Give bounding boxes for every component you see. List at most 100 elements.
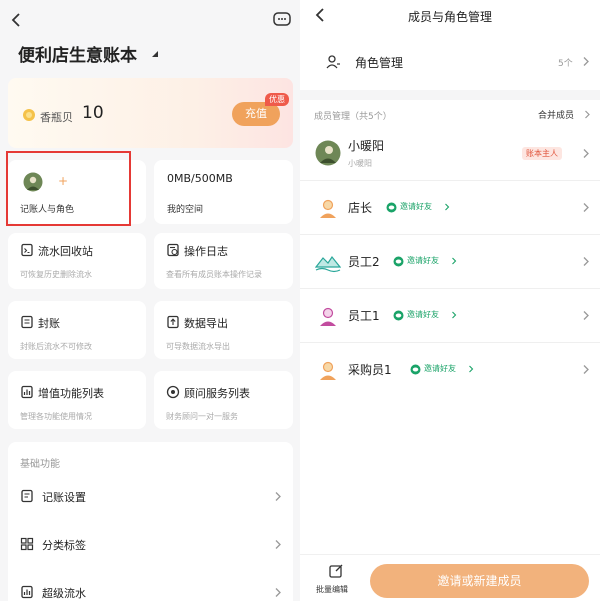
- chevron-right-icon: [275, 492, 281, 501]
- invite-label: 邀请好友: [407, 310, 439, 319]
- tile-title: 流水回收站: [38, 245, 93, 258]
- pearl-label: 香瓶贝: [40, 111, 73, 124]
- pearl-count: 10: [82, 103, 104, 123]
- close-books-icon: [21, 315, 33, 329]
- purchaser-avatar-icon: [320, 361, 336, 380]
- super-flow-icon: [21, 585, 33, 599]
- role-name: 采购员1: [348, 363, 392, 377]
- batch-edit-label: 批量编辑: [316, 585, 348, 594]
- merge-members-link[interactable]: 合并成员: [538, 108, 574, 121]
- recycle-bin-icon: [21, 243, 33, 257]
- staff2-avatar-icon: [315, 255, 341, 273]
- manager-avatar-icon: [320, 199, 336, 218]
- storage-label: 我的空间: [167, 205, 204, 215]
- tile-subtitle: 查看所有成员账本操作记录: [166, 270, 262, 279]
- discount-tag: 优惠: [265, 93, 289, 106]
- owner-avatar-icon: [315, 140, 341, 166]
- chevron-right-icon: [445, 203, 450, 211]
- row-divider: [300, 288, 600, 289]
- role-person-icon: [326, 55, 340, 69]
- basic-section-header: 基础功能: [20, 459, 60, 470]
- owner-badge: 账本主人: [522, 147, 562, 160]
- pearl-coin-icon: [23, 109, 35, 121]
- wechat-icon: [393, 310, 404, 321]
- bookkeeping-settings-icon: [21, 489, 33, 503]
- wechat-icon: [386, 202, 397, 213]
- row-divider: [300, 342, 600, 343]
- staff1-avatar-icon: [320, 307, 336, 326]
- list-item-label: 超级流水: [42, 587, 86, 600]
- operation-log-icon: [167, 243, 179, 257]
- role-row-staff1[interactable]: 员工1 邀请好友: [300, 292, 600, 340]
- tile-title: 封账: [38, 317, 60, 330]
- tile-subtitle: 可导数据流水导出: [166, 342, 230, 351]
- invite-create-member-button[interactable]: 邀请或新建成员: [370, 564, 589, 598]
- edit-icon: [329, 564, 343, 578]
- role-name: 员工1: [348, 309, 380, 323]
- role-management-label: 角色管理: [355, 56, 404, 70]
- role-management-row[interactable]: 角色管理 5个: [300, 42, 600, 82]
- tile-title: 增值功能列表: [38, 387, 104, 400]
- role-row-manager[interactable]: 店长 邀请好友: [300, 184, 600, 232]
- chevron-right-icon: [585, 110, 590, 119]
- category-tags-icon: [20, 537, 34, 551]
- member-section-header: 成员管理（共5个）: [314, 112, 392, 122]
- role-row-purchaser1[interactable]: 采购员1 邀请好友: [300, 346, 600, 394]
- list-item-label: 分类标签: [42, 539, 86, 552]
- tile-title: 数据导出: [184, 317, 228, 330]
- chevron-right-icon: [275, 588, 281, 597]
- tile-subtitle: 管理各功能使用情况: [20, 412, 92, 421]
- close-books-tile[interactable]: 封账 封账后流水不可修改: [8, 301, 146, 359]
- list-item-super-flow[interactable]: 超级流水: [8, 576, 293, 601]
- bookkeeping-screen: 便利店生意账本 香瓶贝 10 充值 优惠 + 记账人与角色 0MB/500MB …: [0, 0, 300, 601]
- batch-edit-button[interactable]: 批量编辑: [312, 559, 358, 601]
- chevron-right-icon: [583, 149, 589, 158]
- dropdown-corner-icon[interactable]: [151, 50, 159, 58]
- chevron-right-icon: [452, 311, 457, 319]
- role-name: 店长: [348, 201, 373, 215]
- basic-functions-card: 基础功能 记账设置 分类标签 超级流水: [8, 442, 293, 601]
- recycle-bin-tile[interactable]: 流水回收站 可恢复历史删除流水: [8, 233, 146, 289]
- chevron-right-icon: [583, 257, 589, 266]
- chevron-right-icon: [583, 311, 589, 320]
- operation-log-tile[interactable]: 操作日志 查看所有成员账本操作记录: [154, 233, 293, 289]
- value-added-icon: [21, 385, 33, 399]
- tile-title: 操作日志: [184, 245, 228, 258]
- storage-value: 0MB/500MB: [167, 172, 233, 185]
- invite-label: 邀请好友: [400, 202, 432, 211]
- data-export-tile[interactable]: 数据导出 可导数据流水导出: [154, 301, 293, 359]
- tile-subtitle: 可恢复历史删除流水: [20, 270, 92, 279]
- value-added-tile[interactable]: 增值功能列表 管理各功能使用情况: [8, 371, 146, 429]
- role-row-staff2[interactable]: 员工2 邀请好友: [300, 238, 600, 286]
- list-item-category-tags[interactable]: 分类标签: [8, 528, 293, 560]
- chevron-right-icon: [583, 57, 589, 66]
- section-divider: [300, 90, 600, 100]
- chevron-right-icon: [469, 365, 474, 373]
- back-arrow-icon[interactable]: [10, 12, 22, 28]
- owner-subname: 小暖阳: [348, 159, 372, 168]
- role-count: 5个: [558, 59, 573, 69]
- role-name: 员工2: [348, 255, 380, 269]
- owner-name: 小暖阳: [348, 139, 385, 153]
- wechat-icon: [410, 364, 421, 375]
- message-icon[interactable]: [272, 11, 292, 29]
- list-item-label: 记账设置: [42, 491, 86, 504]
- row-divider: [300, 180, 600, 181]
- owner-row[interactable]: 小暖阳 小暖阳 账本主人: [300, 128, 600, 178]
- chevron-right-icon: [583, 203, 589, 212]
- tile-subtitle: 财务顾问一对一服务: [166, 412, 238, 421]
- row-divider: [300, 234, 600, 235]
- advisor-service-tile[interactable]: 顾问服务列表 财务顾问一对一服务: [154, 371, 293, 429]
- pearl-card: 香瓶贝 10 充值 优惠: [8, 78, 293, 148]
- highlight-box: [6, 151, 131, 226]
- list-item-bookkeeping-settings[interactable]: 记账设置: [8, 480, 293, 512]
- storage-card[interactable]: 0MB/500MB 我的空间: [154, 160, 293, 224]
- bottom-bar: 批量编辑 邀请或新建成员: [300, 554, 600, 601]
- data-export-icon: [167, 315, 179, 329]
- advisor-service-icon: [166, 385, 180, 399]
- ledger-title[interactable]: 便利店生意账本: [18, 41, 137, 66]
- chevron-right-icon: [452, 257, 457, 265]
- invite-label: 邀请好友: [424, 364, 456, 373]
- tile-subtitle: 封账后流水不可修改: [20, 342, 92, 351]
- member-role-screen: 成员与角色管理 角色管理 5个 成员管理（共5个） 合并成员 小暖阳 小暖阳 账…: [300, 0, 600, 601]
